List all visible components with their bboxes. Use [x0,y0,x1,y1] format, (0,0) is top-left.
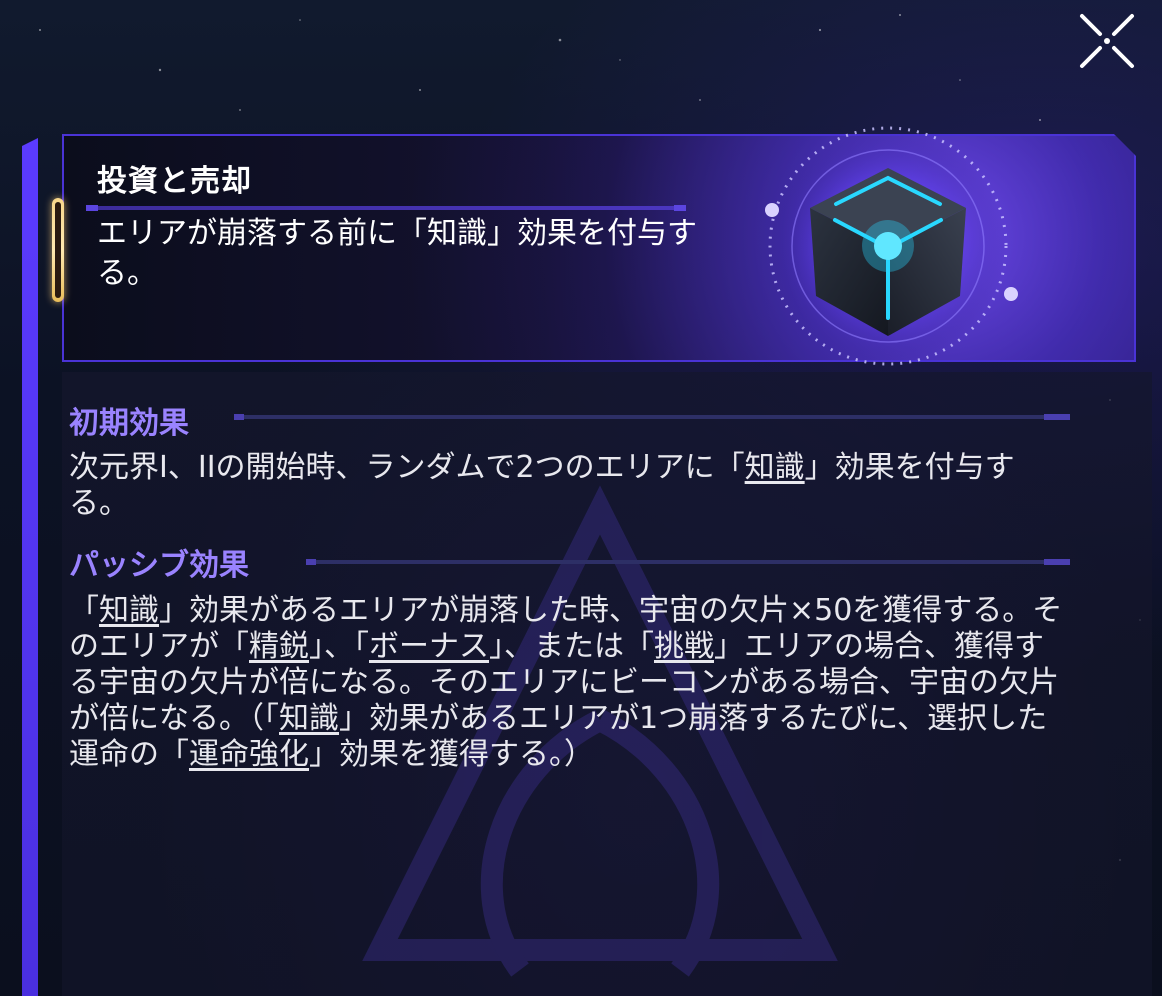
effect-text-segment: 」、「 [309,629,369,664]
game-screen: 投資と売却 エリアが崩落する前に「知識」効果を付与する。 初期効果 次元界I、I… [0,0,1162,996]
keyword-link[interactable]: 運命強化 [189,737,309,772]
keyword-link[interactable]: 知識 [99,593,159,628]
close-x-icon [1080,14,1134,68]
initial-effect-text: 次元界I、IIの開始時、ランダムで2つのエリアに「知識」効果を付与する。 [69,450,1069,522]
passive-effect-divider [306,559,1070,565]
effect-text-segment: 「 [69,593,99,628]
keyword-link[interactable]: 挑戦 [654,629,714,664]
effect-text-segment: 次元界I、IIの開始時、ランダムで2つのエリアに「 [69,450,745,485]
item-title: 投資と売却 [97,164,252,199]
effect-text-segment: 」効果を獲得する。） [309,737,594,772]
effect-text-segment: 」、または「 [489,629,654,664]
keyword-link[interactable]: 知識 [745,450,805,485]
keyword-link[interactable]: 精鋭 [249,629,309,664]
side-accent-bar [22,138,38,996]
keyword-link[interactable]: 知識 [279,701,339,736]
keyword-link[interactable]: ボーナス [369,629,489,664]
header-accent-marker [52,198,64,302]
initial-effect-divider [234,414,1070,420]
initial-effect-heading: 初期効果 [69,406,189,441]
passive-effect-heading: パッシブ効果 [69,548,249,583]
glowing-cube-icon [765,126,1018,366]
close-button[interactable] [1076,10,1138,72]
item-description: エリアが崩落する前に「知識」効果を付与する。 [97,216,697,291]
title-divider [86,205,686,211]
passive-effect-text: 「知識」効果があるエリアが崩落した時、宇宙の欠片×50を獲得する。そのエリアが「… [69,593,1069,773]
